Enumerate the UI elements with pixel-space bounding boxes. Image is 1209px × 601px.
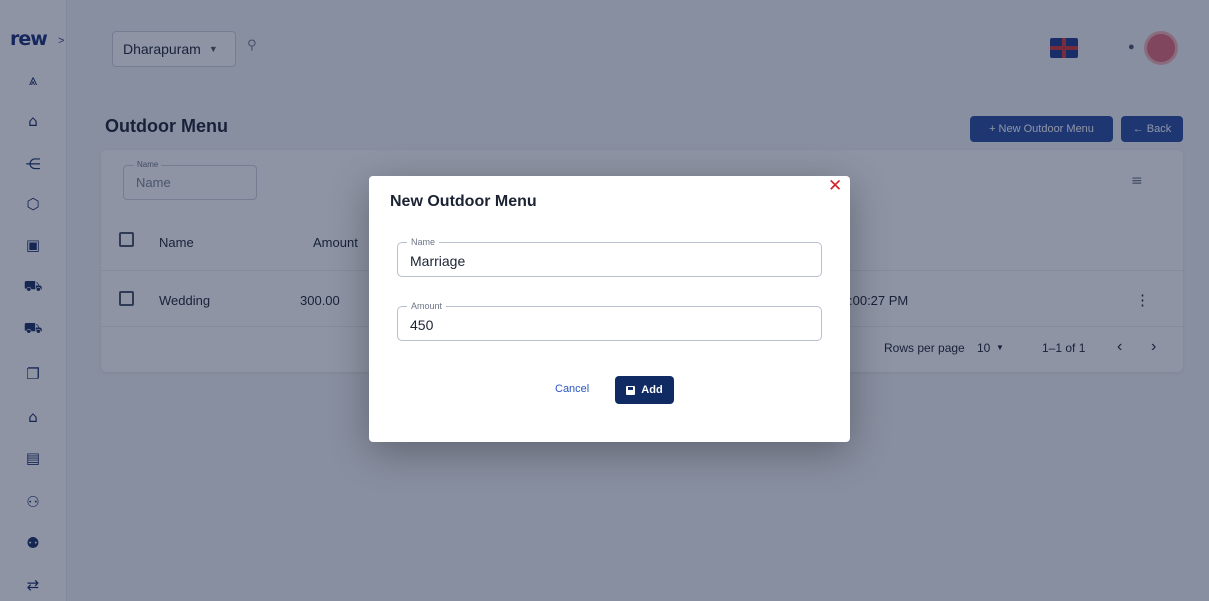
add-button-label: Add (641, 384, 663, 396)
dialog-title: New Outdoor Menu (390, 193, 537, 210)
save-icon (626, 385, 636, 395)
new-outdoor-menu-dialog: New Outdoor Menu ✕ Name Amount Cancel Ad… (369, 176, 850, 442)
cancel-button[interactable]: Cancel (555, 383, 589, 395)
amount-input[interactable] (410, 317, 810, 333)
amount-field-legend: Amount (407, 301, 447, 311)
name-input[interactable] (410, 253, 810, 269)
add-button[interactable]: Add (615, 376, 674, 404)
name-field-legend: Name (407, 237, 440, 247)
close-icon[interactable]: ✕ (828, 176, 842, 196)
amount-field[interactable]: Amount (397, 301, 822, 341)
name-field[interactable]: Name (397, 237, 822, 277)
